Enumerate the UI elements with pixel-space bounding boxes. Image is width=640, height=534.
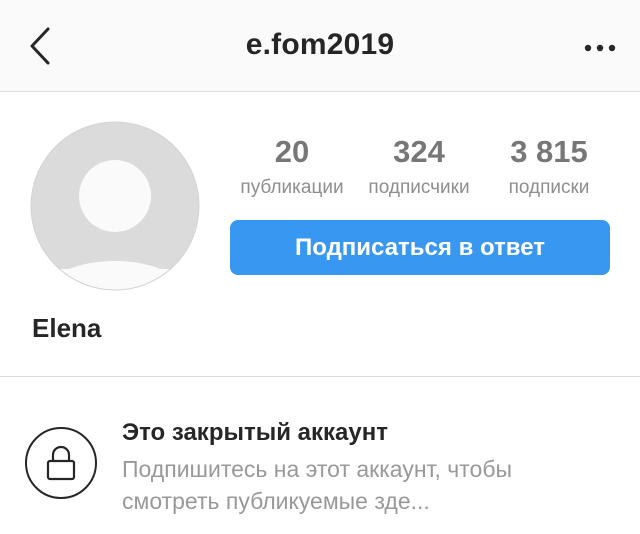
lock-icon <box>46 445 76 481</box>
stat-posts-count: 20 <box>274 134 310 169</box>
stat-followers[interactable]: 324 подписчики <box>354 133 484 201</box>
follow-back-button[interactable]: Подписаться в ответ <box>230 220 610 275</box>
profile-display-name: Elena <box>32 313 102 343</box>
stat-following-label: подписки <box>508 177 590 198</box>
stat-posts[interactable]: 20 публикации <box>230 133 354 201</box>
stat-following-count: 3 815 <box>510 134 588 169</box>
lock-icon-container <box>25 427 97 499</box>
profile-stats: 20 публикации 324 подписчики 3 815 подпи… <box>230 133 610 203</box>
profile-header: 20 публикации 324 подписчики 3 815 подпи… <box>0 93 640 376</box>
private-account-description: Подпишитесь на этот аккаунт, чтобы смотр… <box>122 456 513 514</box>
stat-following[interactable]: 3 815 подписки <box>488 133 610 201</box>
stat-followers-label: подписчики <box>368 177 470 198</box>
stat-posts-label: публикации <box>240 177 344 198</box>
more-horizontal-icon <box>584 44 616 52</box>
profile-username-title: e.fom2019 <box>245 28 395 61</box>
default-avatar-icon <box>30 121 200 291</box>
stat-followers-count: 324 <box>393 134 445 169</box>
top-navigation-bar: e.fom2019 <box>0 0 640 92</box>
more-options-button[interactable] <box>578 26 622 70</box>
private-account-notice: Это закрытый аккаунт Подпишитесь на этот… <box>0 377 640 534</box>
avatar[interactable] <box>30 121 200 291</box>
private-account-title: Это закрытый аккаунт <box>122 419 388 446</box>
